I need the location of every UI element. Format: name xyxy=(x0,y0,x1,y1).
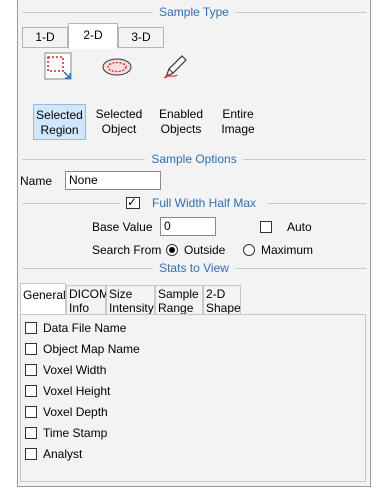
voxel-width-checkbox[interactable] xyxy=(25,364,37,376)
selected-object-line2: Object xyxy=(101,122,137,136)
selected-object-icon xyxy=(102,58,132,76)
maximum-label: Maximum xyxy=(261,243,314,257)
tab-sample-range[interactable]: Sample Range xyxy=(155,285,203,315)
data-file-name-checkbox[interactable] xyxy=(25,322,37,334)
analyst-label: Analyst xyxy=(43,447,83,461)
sample-type-title: Sample Type xyxy=(159,5,229,19)
tab-general[interactable]: General xyxy=(20,283,66,314)
voxel-height-checkbox[interactable] xyxy=(25,385,37,397)
base-value-label: Base Value xyxy=(92,220,153,234)
list-item[interactable]: Voxel Depth xyxy=(25,403,108,421)
entire-image-line2: Image xyxy=(221,122,255,136)
entire-image-button[interactable]: Entire Image xyxy=(213,104,263,140)
time-stamp-checkbox[interactable] xyxy=(25,427,37,439)
analyst-checkbox[interactable] xyxy=(25,448,37,460)
sample-options-header: Sample Options xyxy=(22,151,366,167)
name-input[interactable]: None xyxy=(65,171,161,190)
base-value-input[interactable]: 0 xyxy=(160,217,216,236)
time-stamp-label: Time Stamp xyxy=(43,426,108,440)
tab-size-line2: Intensity xyxy=(109,301,154,315)
tab-3d[interactable]: 3-D xyxy=(118,27,164,48)
selected-region-line2: Region xyxy=(40,123,79,137)
tab-2d-shape[interactable]: 2-D Shape xyxy=(203,285,241,315)
stats-title: Stats to View xyxy=(159,261,229,275)
sample-options-title: Sample Options xyxy=(151,152,237,166)
enabled-objects-line2: Objects xyxy=(160,122,202,136)
stats-header: Stats to View xyxy=(22,260,366,276)
data-file-name-label: Data File Name xyxy=(43,321,127,335)
tab-sample-line1: Sample xyxy=(158,287,199,301)
object-map-name-checkbox[interactable] xyxy=(25,343,37,355)
outside-label: Outside xyxy=(184,243,226,257)
enabled-objects-icon xyxy=(163,55,187,79)
selected-region-icon xyxy=(44,52,72,80)
tab-sample-line2: Range xyxy=(158,301,194,315)
selected-region-button[interactable]: Selected Region xyxy=(33,104,86,140)
voxel-width-label: Voxel Width xyxy=(43,363,107,377)
tab-size-line1: Size xyxy=(109,287,133,301)
selected-region-line1: Selected xyxy=(36,108,83,122)
fwhm-row: Full Width Half Max xyxy=(22,195,366,211)
voxel-height-label: Voxel Height xyxy=(43,384,111,398)
list-item[interactable]: Object Map Name xyxy=(25,340,140,358)
tab-2d-line2: Shape xyxy=(206,301,241,315)
tab-2d-line1: 2-D xyxy=(206,287,226,301)
maximum-radio[interactable] xyxy=(243,244,255,256)
fwhm-group: Full Width Half Max xyxy=(120,195,268,210)
list-item[interactable]: Voxel Width xyxy=(25,361,106,379)
list-item[interactable]: Data File Name xyxy=(25,319,126,337)
outside-radio[interactable] xyxy=(166,244,178,256)
sample-panel: Sample Type 1-D 2-D 3-D Selected Region … xyxy=(17,0,371,487)
sample-type-header: Sample Type xyxy=(22,4,366,20)
auto-checkbox[interactable] xyxy=(260,221,272,233)
voxel-depth-checkbox[interactable] xyxy=(25,406,37,418)
stats-general-pane: Data File Name Object Map Name Voxel Wid… xyxy=(20,314,366,482)
voxel-depth-label: Voxel Depth xyxy=(43,405,108,419)
selected-object-button[interactable]: Selected Object xyxy=(91,104,147,140)
tab-dicom-line2: Info xyxy=(69,301,90,315)
object-map-name-label: Object Map Name xyxy=(43,342,140,356)
tab-general-line1: General xyxy=(23,288,66,302)
list-item[interactable]: Analyst xyxy=(25,445,82,463)
tab-1d[interactable]: 1-D xyxy=(22,27,68,48)
fwhm-label: Full Width Half Max xyxy=(151,196,257,210)
tab-2d[interactable]: 2-D xyxy=(68,23,118,49)
enabled-objects-line1: Enabled xyxy=(158,107,204,121)
auto-label: Auto xyxy=(287,220,312,234)
tab-dicom-info[interactable]: DICOM Info xyxy=(66,285,109,315)
search-from-label: Search From xyxy=(92,243,162,257)
entire-image-line1: Entire xyxy=(222,107,254,121)
name-label: Name xyxy=(20,174,53,188)
list-item[interactable]: Voxel Height xyxy=(25,382,110,400)
selected-object-line1: Selected xyxy=(95,107,143,121)
tab-dicom-line1: DICOM xyxy=(69,287,109,301)
list-item[interactable]: Time Stamp xyxy=(25,424,107,442)
fwhm-checkbox[interactable] xyxy=(125,195,140,209)
enabled-objects-button[interactable]: Enabled Objects xyxy=(153,104,209,140)
tab-size-intensity[interactable]: Size Intensity xyxy=(106,285,155,315)
